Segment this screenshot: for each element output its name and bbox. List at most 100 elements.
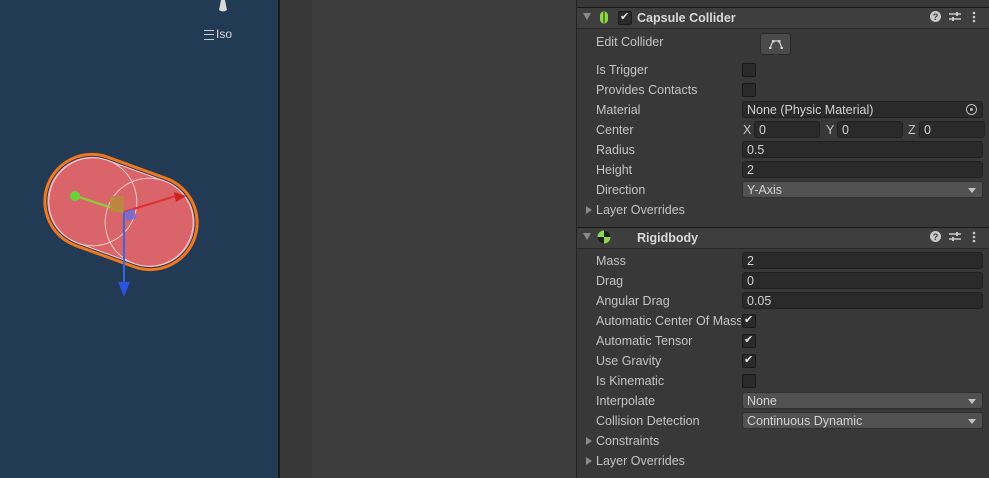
object-picker-icon[interactable]	[966, 104, 977, 115]
edit-collider-button[interactable]	[760, 33, 791, 55]
edit-collider-label: Edit Collider	[596, 35, 664, 49]
center-row: Center X 0 Y 0 Z 0	[596, 120, 989, 140]
collider-layer-overrides-foldout[interactable]: Layer Overrides	[586, 200, 989, 220]
interpolate-value: None	[747, 394, 777, 408]
center-vector: X 0 Y 0 Z 0	[742, 121, 989, 138]
rigidbody-layer-overrides-label: Layer Overrides	[596, 454, 685, 468]
height-row: Height 2	[596, 160, 989, 180]
is-trigger-checkbox[interactable]	[742, 63, 756, 77]
help-icon[interactable]: ?	[930, 231, 941, 245]
center-x-label: X	[743, 123, 752, 137]
is-kinematic-label: Is Kinematic	[596, 374, 665, 388]
is-kinematic-checkbox[interactable]	[742, 374, 756, 388]
capsule-collider-header[interactable]: Capsule Collider ?	[577, 7, 989, 29]
interpolate-dropdown[interactable]: None	[742, 392, 983, 409]
use-gravity-checkbox[interactable]	[742, 353, 756, 368]
scene-gizmo-cone-icon[interactable]	[218, 0, 228, 12]
svg-text:?: ?	[933, 12, 939, 22]
rigidbody-header[interactable]: Rigidbody ?	[577, 227, 989, 249]
angular-drag-label: Angular Drag	[596, 294, 670, 308]
mass-label: Mass	[596, 254, 626, 268]
provides-contacts-label: Provides Contacts	[596, 83, 698, 97]
inspector-top-edge	[577, 0, 989, 6]
view-mode-toggle[interactable]: Iso	[204, 27, 232, 41]
rigidbody-icon	[597, 230, 611, 244]
angular-drag-field[interactable]: 0.05	[742, 292, 983, 309]
chevron-right-icon	[586, 457, 592, 465]
mass-field[interactable]: 2	[742, 252, 983, 269]
interpolate-row: Interpolate None	[596, 391, 989, 411]
provides-contacts-row: Provides Contacts	[596, 80, 989, 100]
radius-field[interactable]: 0.5	[742, 141, 983, 158]
capsule-collider-icon	[600, 11, 608, 24]
chevron-right-icon	[586, 437, 592, 445]
constraints-label: Constraints	[596, 434, 660, 448]
auto-center-of-mass-row: Automatic Center Of Mass	[596, 311, 989, 331]
use-gravity-row: Use Gravity	[596, 351, 989, 371]
svg-text:?: ?	[933, 232, 939, 242]
capsule-collider-enabled-checkbox[interactable]	[618, 10, 632, 25]
collapse-arrow-icon[interactable]	[583, 233, 591, 240]
auto-tensor-row: Automatic Tensor	[596, 331, 989, 351]
material-label: Material	[596, 103, 641, 117]
chevron-down-icon	[968, 419, 976, 424]
center-z-label: Z	[908, 123, 916, 137]
material-value: None (Physic Material)	[747, 103, 874, 117]
inspector-panel[interactable]: Capsule Collider ? Edit Collider Is Trig…	[576, 0, 989, 478]
presets-icon[interactable]	[949, 231, 961, 245]
view-mode-label: Iso	[216, 27, 233, 41]
constraints-foldout[interactable]: Constraints	[586, 431, 989, 451]
is-trigger-row: Is Trigger	[596, 60, 989, 80]
center-x-field[interactable]: 0	[754, 121, 820, 138]
auto-tensor-label: Automatic Tensor	[596, 334, 693, 348]
material-row: Material None (Physic Material)	[596, 100, 989, 120]
rigidbody-layer-overrides-foldout[interactable]: Layer Overrides	[586, 451, 989, 471]
help-icon[interactable]: ?	[930, 11, 941, 25]
drag-field[interactable]: 0	[742, 272, 983, 289]
chevron-down-icon	[968, 188, 976, 193]
height-label: Height	[596, 163, 633, 177]
direction-row: Direction Y-Axis	[596, 180, 989, 200]
radius-label: Radius	[596, 143, 635, 157]
scene-view[interactable]: Iso	[0, 0, 278, 478]
collision-detection-label: Collision Detection	[596, 414, 700, 428]
capsule-collider-title: Capsule Collider	[637, 11, 736, 25]
direction-label: Direction	[596, 183, 646, 197]
radius-row: Radius 0.5	[596, 140, 989, 160]
mass-row: Mass 2	[596, 251, 989, 271]
capsule-object[interactable]	[38, 150, 208, 300]
auto-center-of-mass-checkbox[interactable]	[742, 313, 756, 328]
rigidbody-title: Rigidbody	[637, 231, 699, 245]
collision-detection-value: Continuous Dynamic	[747, 414, 863, 428]
height-field[interactable]: 2	[742, 161, 983, 178]
more-menu-icon[interactable]	[972, 11, 976, 26]
empty-panel-inner	[312, 0, 576, 478]
use-gravity-label: Use Gravity	[596, 354, 662, 368]
center-y-label: Y	[826, 123, 835, 137]
direction-dropdown[interactable]: Y-Axis	[742, 181, 983, 198]
collapse-arrow-icon[interactable]	[583, 13, 591, 20]
edit-collider-icon	[769, 40, 783, 49]
is-trigger-label: Is Trigger	[596, 63, 649, 77]
edit-collider-row: Edit Collider	[596, 32, 989, 55]
chevron-right-icon	[586, 206, 592, 214]
center-label: Center	[596, 123, 634, 137]
provides-contacts-checkbox[interactable]	[742, 83, 756, 97]
chevron-down-icon	[968, 399, 976, 404]
center-z-field[interactable]: 0	[919, 121, 985, 138]
material-field[interactable]: None (Physic Material)	[742, 101, 983, 118]
center-y-field[interactable]: 0	[837, 121, 903, 138]
collider-layer-overrides-label: Layer Overrides	[596, 203, 685, 217]
auto-tensor-checkbox[interactable]	[742, 333, 756, 348]
empty-panel	[280, 0, 576, 478]
angular-drag-row: Angular Drag 0.05	[596, 291, 989, 311]
presets-icon[interactable]	[949, 11, 961, 25]
more-menu-icon[interactable]	[972, 231, 976, 246]
collision-detection-row: Collision Detection Continuous Dynamic	[596, 411, 989, 431]
auto-center-of-mass-label: Automatic Center Of Mass	[596, 314, 741, 328]
direction-value: Y-Axis	[747, 183, 782, 197]
interpolate-label: Interpolate	[596, 394, 656, 408]
drag-label: Drag	[596, 274, 624, 288]
collision-detection-dropdown[interactable]: Continuous Dynamic	[742, 412, 983, 429]
drag-row: Drag 0	[596, 271, 989, 291]
